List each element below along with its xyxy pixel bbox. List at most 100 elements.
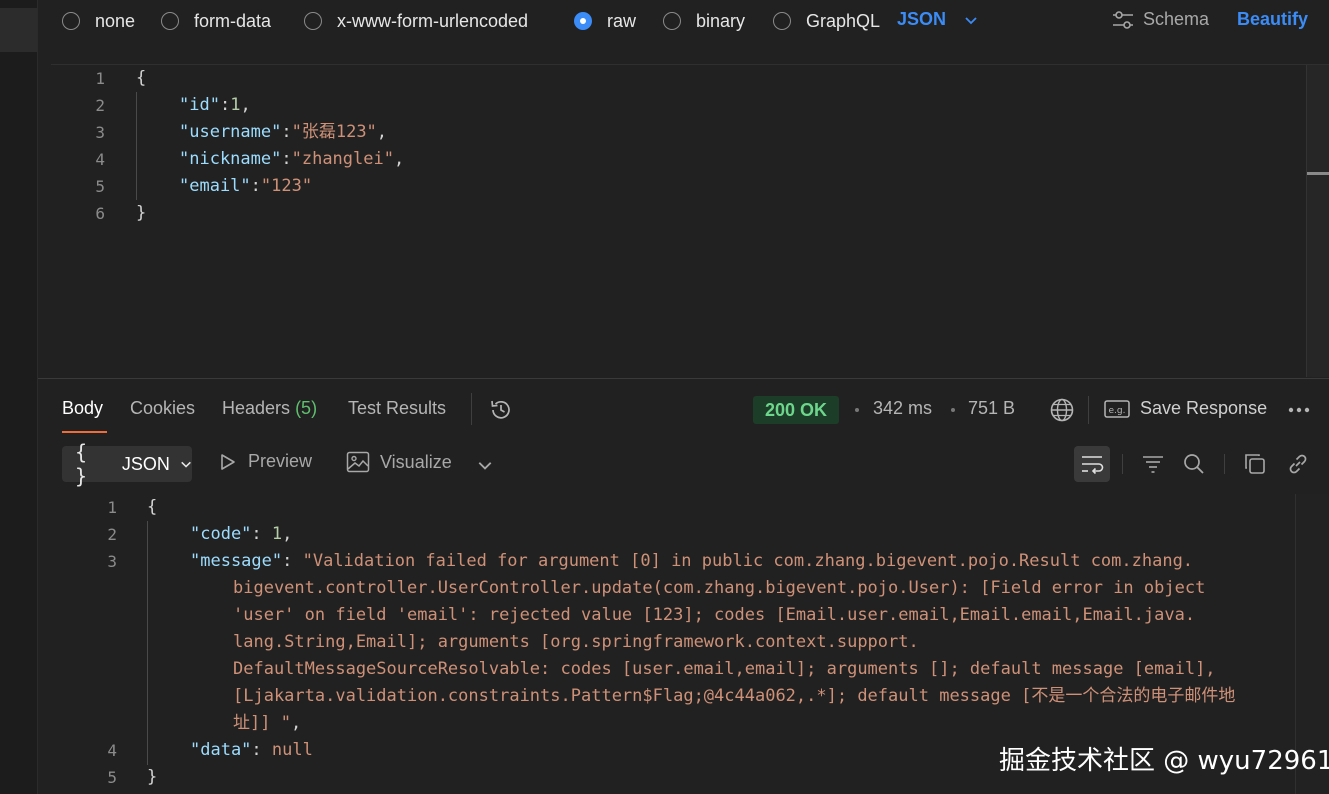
code-token: :: [219, 95, 231, 115]
link-icon[interactable]: [1286, 452, 1310, 476]
more-options-icon[interactable]: [1287, 402, 1311, 418]
code-text: }: [147, 764, 157, 791]
code-token: {: [136, 68, 147, 88]
filter-icon[interactable]: [1141, 453, 1165, 475]
image-icon: [346, 451, 370, 473]
radio-none[interactable]: none: [62, 9, 135, 33]
divider: [1088, 396, 1089, 424]
code-token: :: [250, 176, 261, 196]
code-token: null: [271, 740, 313, 760]
radio-circle-selected[interactable]: [574, 12, 592, 30]
radio-label-none: none: [95, 10, 136, 31]
line-number: 4: [107, 741, 117, 760]
radio-circle[interactable]: [161, 12, 179, 30]
code-line: 2 "code": 1,: [51, 521, 1291, 548]
line-number: 4: [95, 150, 105, 169]
left-sidebar: [0, 0, 38, 794]
visualize-button[interactable]: Visualize: [346, 451, 452, 473]
sidebar-active-item[interactable]: [0, 8, 37, 52]
chevron-down-icon[interactable]: [477, 457, 493, 473]
language-select[interactable]: JSON: [897, 9, 978, 30]
code-token: "code": [190, 524, 252, 544]
code-token: ,: [282, 524, 293, 544]
code-token: "username": [179, 122, 282, 142]
radio-circle[interactable]: [62, 12, 80, 30]
divider: [1122, 454, 1123, 474]
copy-icon[interactable]: [1243, 452, 1267, 476]
code-token: 1: [230, 95, 241, 115]
svg-text:e.g.: e.g.: [1109, 406, 1126, 416]
radio-circle[interactable]: [663, 12, 681, 30]
line-number: 1: [95, 69, 105, 88]
code-token: ,: [376, 122, 388, 142]
example-icon: e.g.: [1104, 399, 1130, 418]
wrap-lines-button[interactable]: [1074, 446, 1110, 482]
tab-body[interactable]: Body: [62, 398, 103, 419]
history-icon[interactable]: [488, 397, 514, 423]
radio-binary[interactable]: binary: [663, 9, 745, 33]
search-icon[interactable]: [1182, 452, 1206, 476]
preview-label: Preview: [248, 451, 313, 471]
language-label: JSON: [897, 9, 947, 29]
line-number: 3: [107, 552, 117, 571]
code-text: [Ljakarta.validation.constraints.Pattern…: [233, 683, 1235, 710]
code-token: lang.String,Email]; arguments [org.sprin…: [233, 632, 919, 652]
globe-icon[interactable]: [1049, 397, 1075, 423]
code-text: "message": "Validation failed for argume…: [190, 548, 1193, 575]
code-text: 址]] ",: [233, 710, 301, 737]
save-response-button[interactable]: e.g. Save Response: [1104, 398, 1267, 419]
code-token: }: [147, 767, 158, 787]
response-format-select[interactable]: { } JSON: [62, 440, 192, 488]
code-text: {: [147, 494, 157, 521]
watermark-text: 掘金技术社区 @ wyu72961_: [999, 746, 1329, 776]
code-token: "123": [260, 176, 313, 196]
radio-graphql[interactable]: GraphQL: [773, 9, 880, 33]
code-token: [Ljakarta.validation.constraints.Pattern…: [233, 686, 1236, 706]
radio-label-form-data: form-data: [194, 10, 272, 31]
code-text: lang.String,Email]; arguments [org.sprin…: [233, 629, 919, 656]
code-line: [Ljakarta.validation.constraints.Pattern…: [51, 683, 1291, 710]
sliders-icon: [1113, 10, 1133, 29]
response-size[interactable]: 751 B: [968, 398, 1015, 419]
divider: [1224, 454, 1225, 474]
code-line: 1{: [51, 65, 1291, 92]
tab-test-results[interactable]: Test Results: [348, 398, 446, 419]
beautify-button[interactable]: Beautify: [1237, 9, 1308, 30]
code-token: }: [136, 203, 147, 223]
code-token: 1: [271, 524, 283, 544]
code-token: :: [282, 551, 303, 571]
radio-circle[interactable]: [773, 12, 791, 30]
radio-urlencoded[interactable]: x-www-form-urlencoded: [304, 9, 528, 33]
code-text: "username":"张磊123",: [179, 119, 387, 146]
code-line: 'user' on field 'email': rejected value …: [51, 602, 1291, 629]
preview-button[interactable]: Preview: [218, 451, 312, 472]
braces-icon: { }: [75, 440, 91, 488]
schema-button[interactable]: Schema: [1111, 9, 1209, 30]
radio-label-raw: raw: [607, 10, 637, 31]
code-token: "张磊123": [291, 122, 377, 142]
radio-label-graphql: GraphQL: [806, 10, 881, 31]
line-number: 3: [95, 123, 105, 142]
radio-circle[interactable]: [304, 12, 322, 30]
status-badge[interactable]: 200 OK: [753, 396, 840, 424]
radio-label-binary: binary: [696, 10, 746, 31]
request-editor-scrollbar[interactable]: [1306, 65, 1329, 377]
line-number: 5: [95, 177, 105, 196]
tab-headers[interactable]: Headers (5): [222, 398, 317, 419]
code-line: lang.String,Email]; arguments [org.sprin…: [51, 629, 1291, 656]
response-time[interactable]: 342 ms: [873, 398, 932, 419]
separator-dot: [951, 408, 955, 412]
code-line: DefaultMessageSourceResolvable: codes [u…: [51, 656, 1291, 683]
chevron-down-icon: [181, 461, 191, 468]
code-token: "Validation failed for argument [0] in p…: [302, 551, 1194, 571]
code-token: :: [281, 149, 292, 169]
radio-form-data[interactable]: form-data: [161, 9, 271, 33]
pane-divider[interactable]: [38, 378, 1329, 379]
schema-label: Schema: [1143, 9, 1210, 29]
code-token: 'user' on field 'email': rejected value …: [233, 605, 1196, 625]
scrollbar-thumb[interactable]: [1307, 172, 1329, 175]
code-text: 'user' on field 'email': rejected value …: [233, 602, 1195, 629]
request-body-editor[interactable]: 1{2 "id":1, 3 "username":"张磊123", 4 "nickname…: [51, 64, 1329, 377]
radio-raw[interactable]: raw: [574, 9, 636, 33]
tab-cookies[interactable]: Cookies: [130, 398, 195, 419]
